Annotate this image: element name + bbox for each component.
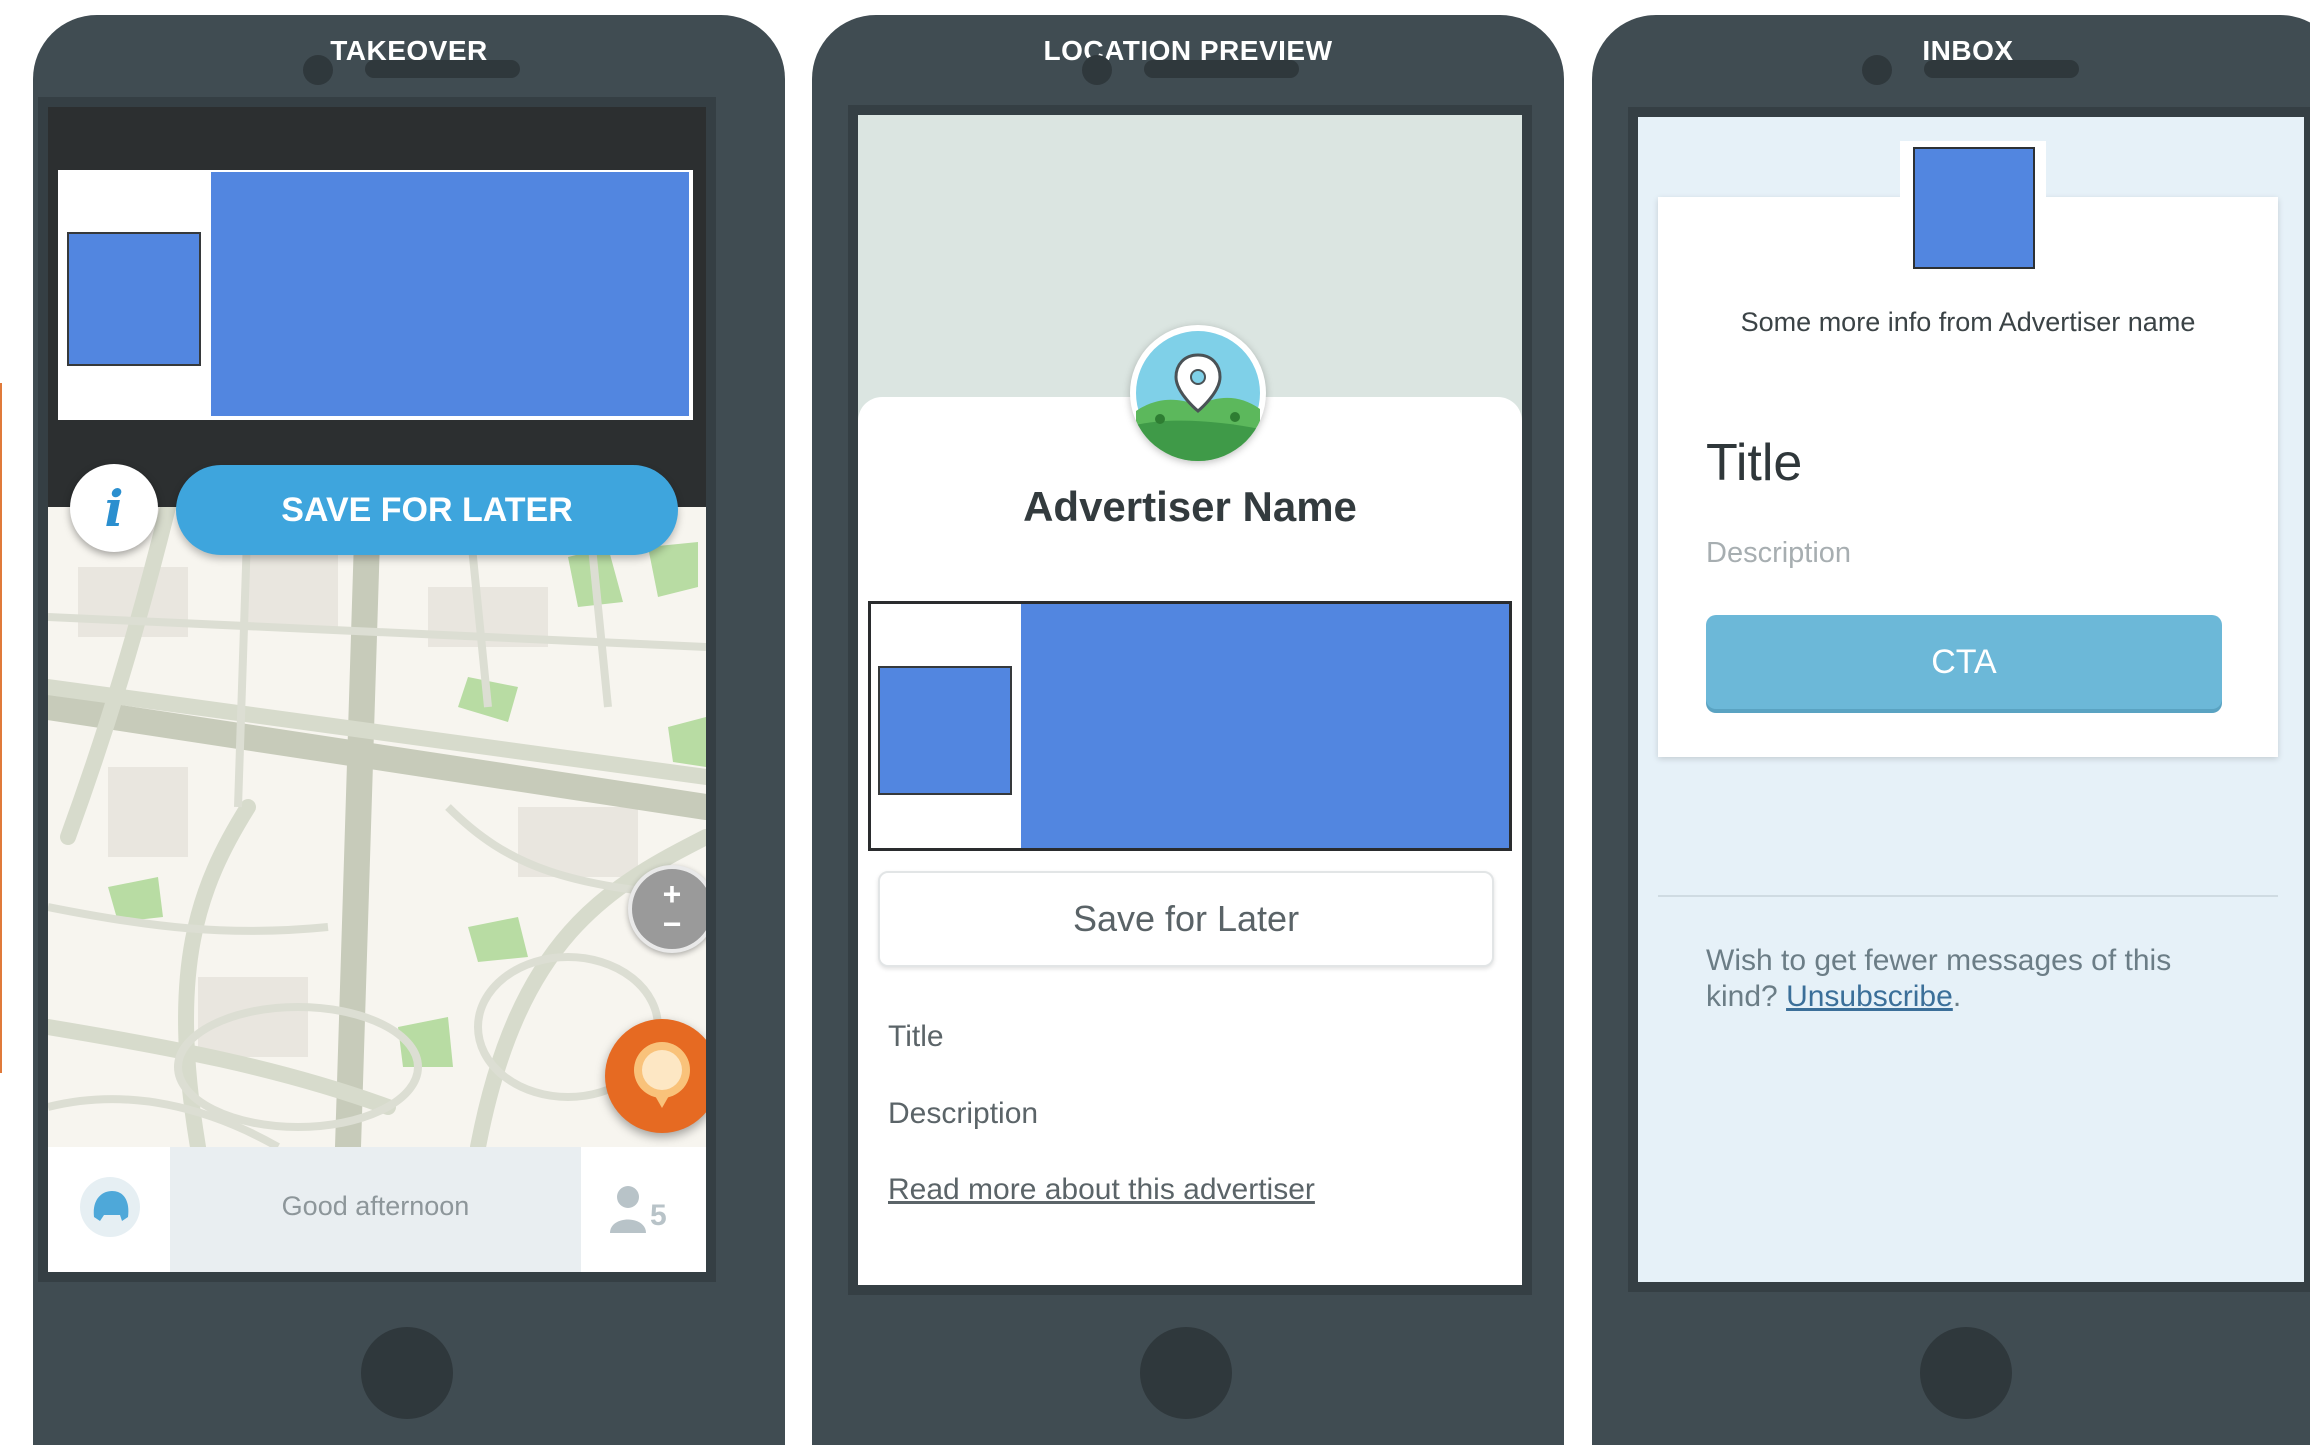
unsubscribe-link[interactable]: Unsubscribe: [1786, 980, 1953, 1013]
report-button[interactable]: [605, 1019, 706, 1133]
speaker: [365, 60, 520, 78]
side-accent-line: [0, 383, 2, 1073]
inbox-title: Title: [1706, 434, 1803, 492]
advertiser-media[interactable]: [868, 601, 1512, 851]
advertiser-avatar: [1130, 325, 1266, 461]
camera: [1082, 55, 1112, 85]
location-pin-icon: [1136, 331, 1260, 461]
home-button[interactable]: [361, 1327, 453, 1419]
home-button[interactable]: [1140, 1327, 1232, 1419]
friends-count: 5: [650, 1199, 667, 1232]
home-button[interactable]: [1920, 1327, 2012, 1419]
screen-takeover: i SAVE FOR LATER + − Good afternoon 5: [38, 97, 716, 1282]
info-icon: i: [104, 478, 124, 538]
save-for-later-button[interactable]: Save for Later: [878, 871, 1494, 967]
unsubscribe-text: Wish to get fewer messages of this kind?…: [1706, 943, 2226, 1015]
screen-inbox: Some more info from Advertiser name Titl…: [1628, 107, 2310, 1292]
friends-button[interactable]: 5: [608, 1183, 667, 1233]
media-image-placeholder: [1021, 604, 1509, 848]
speaker: [1144, 60, 1299, 78]
map-view[interactable]: [48, 507, 706, 1147]
save-for-later-button[interactable]: SAVE FOR LATER: [176, 465, 678, 555]
cta-button[interactable]: CTA: [1706, 615, 2222, 709]
advertiser-name: Advertiser Name: [1023, 483, 1357, 530]
map-roads: [48, 507, 706, 1147]
banner-thumbnail-placeholder: [67, 232, 201, 366]
preview-title: Title: [888, 1020, 944, 1053]
greeting-text: Good afternoon: [281, 1191, 470, 1221]
info-button[interactable]: i: [70, 464, 158, 552]
report-pin-icon: [634, 1042, 690, 1108]
takeover-banner[interactable]: [58, 170, 693, 420]
zoom-button[interactable]: + −: [628, 865, 706, 953]
friends-icon: [610, 1186, 646, 1233]
inbox-info-text: Some more info from Advertiser name: [1740, 307, 2196, 337]
camera: [303, 55, 333, 85]
zoom-in-icon: +: [662, 876, 682, 912]
preview-description: Description: [888, 1097, 1039, 1130]
menu-icon[interactable]: [80, 1177, 140, 1237]
screen-location-preview: Advertiser Name Save for Later Title Des…: [848, 105, 1532, 1295]
speaker: [1924, 60, 2079, 78]
unsubscribe-suffix: .: [1952, 980, 1962, 1013]
read-more-link[interactable]: Read more about this advertiser: [888, 1173, 1315, 1207]
banner-image-placeholder: [211, 172, 689, 416]
divider: [1658, 895, 2278, 897]
zoom-out-icon: −: [662, 906, 682, 942]
camera: [1862, 55, 1892, 85]
inbox-thumbnail-placeholder: [1913, 147, 2035, 269]
greeting-bar[interactable]: Good afternoon: [170, 1147, 581, 1272]
inbox-description: Description: [1706, 537, 1852, 569]
media-thumbnail-placeholder: [878, 666, 1012, 795]
bottom-bar: Good afternoon 5: [48, 1147, 706, 1272]
